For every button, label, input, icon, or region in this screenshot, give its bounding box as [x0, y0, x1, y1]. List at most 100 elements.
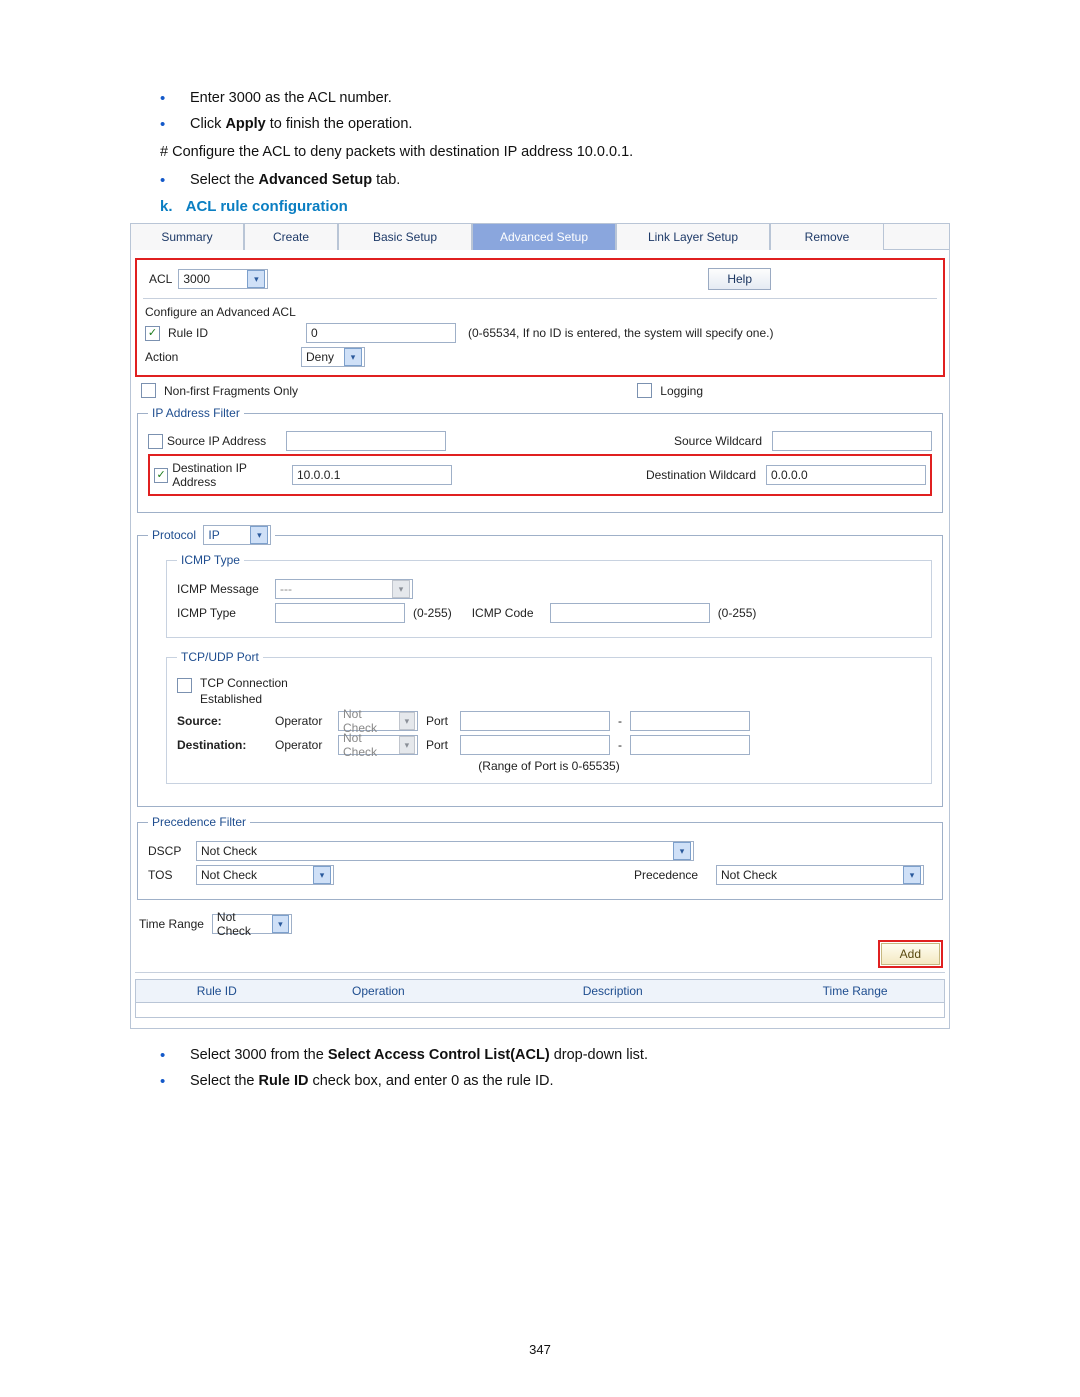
source-wildcard-label: Source Wildcard [642, 434, 766, 448]
intro-text-a: Click [190, 116, 225, 132]
precedence-select[interactable]: Not Check ▾ [716, 865, 924, 885]
tcp-source-port-input-2[interactable] [630, 711, 750, 731]
precedence-fieldset: Precedence Filter DSCP Not Check ▾ TOS N… [137, 815, 943, 900]
tab-create[interactable]: Create [244, 223, 338, 250]
ip-filter-legend: IP Address Filter [148, 406, 244, 420]
tcpudp-legend: TCP/UDP Port [177, 650, 263, 664]
dest-ip-checkbox[interactable]: ✓ [154, 468, 168, 483]
tcp-dest-port-input-2[interactable] [630, 735, 750, 755]
chevron-down-icon: ▾ [313, 866, 331, 884]
icmp-legend: ICMP Type [177, 553, 244, 567]
time-range-select[interactable]: Not Check ▾ [212, 914, 292, 934]
config-title: Configure an Advanced ACL [145, 305, 935, 319]
intro-text-b: to finish the operation. [266, 116, 413, 132]
chevron-down-icon: ▾ [399, 736, 415, 754]
source-ip-checkbox[interactable] [148, 434, 163, 449]
logging-label: Logging [660, 384, 703, 398]
rule-id-input[interactable]: 0 [306, 323, 456, 343]
action-select[interactable]: Deny ▾ [301, 347, 365, 367]
help-button[interactable]: Help [708, 268, 771, 290]
tcp-source-operator-select[interactable]: Not Check ▾ [338, 711, 418, 731]
protocol-fieldset: Protocol IP ▾ ICMP Type ICMP Message --- [137, 525, 943, 807]
chevron-down-icon: ▾ [399, 712, 415, 730]
tab-link-layer-setup[interactable]: Link Layer Setup [616, 223, 770, 250]
intro-bullet-3: Select the Advanced Setup tab. [190, 172, 950, 188]
time-range-label: Time Range [139, 917, 204, 931]
icmp-message-label: ICMP Message [177, 582, 267, 596]
intro-bullet-2: Click Apply to finish the operation. [190, 116, 950, 132]
hash-line: # Configure the ACL to deny packets with… [160, 144, 950, 160]
precedence-label: Precedence [634, 868, 708, 882]
tab-summary[interactable]: Summary [130, 223, 244, 250]
acl-select-value: 3000 [183, 272, 210, 286]
acl-label: ACL [149, 272, 172, 286]
logging-checkbox[interactable] [637, 383, 652, 398]
chevron-down-icon: ▾ [903, 866, 921, 884]
tcp-source-port-input-1[interactable] [460, 711, 610, 731]
bottom-bullet-1: Select 3000 from the Select Access Contr… [190, 1047, 950, 1063]
tcp-dest-port-label: Port [426, 738, 452, 752]
tcp-conn-checkbox[interactable] [177, 678, 192, 693]
tab-remove[interactable]: Remove [770, 223, 884, 250]
tcp-dest-label: Destination: [177, 738, 267, 752]
page-number: 347 [0, 1342, 1080, 1357]
tcp-source-operator-label: Operator [275, 714, 330, 728]
icmp-type-input[interactable] [275, 603, 405, 623]
add-button[interactable]: Add [881, 943, 940, 965]
tcpudp-fieldset: TCP/UDP Port TCP Connection Established … [166, 650, 932, 784]
heading-text: ACL rule configuration [186, 198, 348, 215]
icmp-fieldset: ICMP Type ICMP Message --- ▾ ICMP Type (… [166, 553, 932, 638]
rule-id-label: Rule ID [168, 326, 298, 340]
tab-basic-setup[interactable]: Basic Setup [338, 223, 472, 250]
source-wildcard-input[interactable] [772, 431, 932, 451]
nonfirst-label: Non-first Fragments Only [164, 384, 298, 398]
col-operation: Operation [298, 980, 460, 1003]
acl-select[interactable]: 3000 ▾ [178, 269, 268, 289]
intro-text: Enter 3000 as the ACL number. [190, 90, 392, 106]
tcp-conn-label: TCP Connection Established [200, 676, 290, 707]
dash: - [618, 714, 622, 728]
nonfirst-checkbox[interactable] [141, 383, 156, 398]
source-ip-input[interactable] [286, 431, 446, 451]
chevron-down-icon: ▾ [272, 915, 289, 933]
dest-ip-input[interactable]: 10.0.0.1 [292, 465, 452, 485]
heading-letter: k. [160, 198, 182, 215]
chevron-down-icon: ▾ [673, 842, 691, 860]
icmp-code-range: (0-255) [718, 606, 757, 620]
port-range-note: (Range of Port is 0-65535) [177, 759, 921, 773]
tos-label: TOS [148, 868, 188, 882]
source-ip-label: Source IP Address [167, 434, 266, 448]
icmp-code-label: ICMP Code [472, 606, 542, 620]
dscp-select[interactable]: Not Check ▾ [196, 841, 694, 861]
rule-id-hint: (0-65534, If no ID is entered, the syste… [468, 326, 773, 340]
protocol-value: IP [208, 528, 219, 542]
icmp-type-range: (0-255) [413, 606, 452, 620]
dest-wildcard-label: Destination Wildcard [636, 468, 760, 482]
tos-select[interactable]: Not Check ▾ [196, 865, 334, 885]
ip-address-filter-fieldset: IP Address Filter Source IP Address Sour… [137, 406, 943, 513]
action-value: Deny [306, 350, 334, 364]
rule-table: Rule ID Operation Description Time Range [135, 979, 945, 1018]
col-rule-id: Rule ID [136, 980, 298, 1003]
chevron-down-icon: ▾ [250, 526, 268, 544]
intro-bold: Apply [225, 116, 265, 132]
dscp-label: DSCP [148, 844, 188, 858]
icmp-code-input[interactable] [550, 603, 710, 623]
icmp-message-select[interactable]: --- ▾ [275, 579, 413, 599]
tcp-dest-operator-select[interactable]: Not Check ▾ [338, 735, 418, 755]
tab-advanced-setup[interactable]: Advanced Setup [472, 223, 616, 250]
protocol-select[interactable]: IP ▾ [203, 525, 271, 545]
rule-id-checkbox[interactable]: ✓ [145, 326, 160, 341]
tab-filler [884, 223, 950, 250]
intro-text-a: Select the [190, 172, 259, 188]
precedence-legend: Precedence Filter [148, 815, 250, 829]
dest-wildcard-input[interactable]: 0.0.0.0 [766, 465, 926, 485]
tcp-dest-port-input-1[interactable] [460, 735, 610, 755]
col-description: Description [459, 980, 766, 1003]
intro-text-b: tab. [372, 172, 400, 188]
section-heading: k. ACL rule configuration [160, 198, 950, 215]
main-panel: ACL 3000 ▾ Help Configure an Advanced AC… [130, 250, 950, 1029]
chevron-down-icon: ▾ [247, 270, 265, 288]
icmp-type-label: ICMP Type [177, 606, 267, 620]
tcp-source-port-label: Port [426, 714, 452, 728]
